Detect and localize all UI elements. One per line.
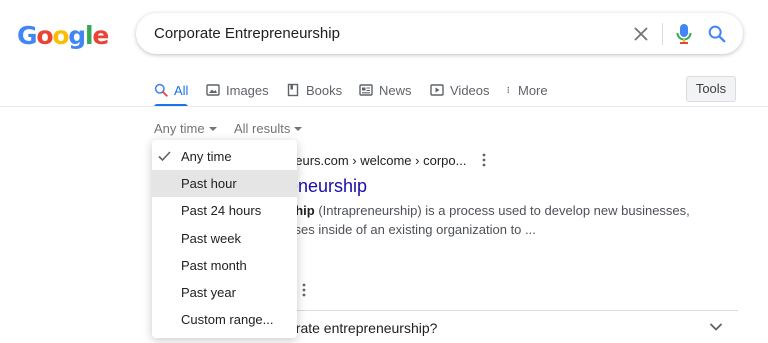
logo-letter: e <box>92 21 109 50</box>
search-box[interactable]: Corporate Entrepreneurship <box>136 13 743 54</box>
dropdown-item-past-24-hours[interactable]: Past 24 hours <box>152 197 297 224</box>
dropdown-item-past-week[interactable]: Past week <box>152 225 297 252</box>
kebab-icon[interactable] <box>298 282 310 298</box>
paa-question[interactable]: orate entrepreneurship? <box>288 320 437 336</box>
dropdown-item-any-time[interactable]: Any time <box>152 143 297 170</box>
search-icon <box>154 83 168 97</box>
dropdown-item-label: Past 24 hours <box>181 203 262 219</box>
image-icon <box>206 84 220 96</box>
snippet-text: (Intrapreneurship) is a process used to … <box>314 203 690 218</box>
tab-label: All <box>174 82 189 98</box>
search-divider <box>662 23 663 45</box>
dropdown-item-label: Custom range... <box>181 312 274 328</box>
logo-letter: g <box>68 21 86 50</box>
dropdown-item-label: Past week <box>181 230 241 246</box>
logo-letter: o <box>52 21 69 50</box>
logo-letter: o <box>36 21 53 50</box>
play-icon <box>430 84 444 96</box>
kebab-icon[interactable] <box>478 152 490 168</box>
tab-label: Books <box>306 82 343 98</box>
tab-all[interactable]: All <box>154 79 188 101</box>
google-logo[interactable]: Google <box>17 21 109 51</box>
tab-label: Images <box>226 82 269 98</box>
logo-letter: l <box>85 21 94 50</box>
dropdown-item-label: Past month <box>181 257 247 273</box>
tab-videos[interactable]: Videos <box>430 79 490 101</box>
results-filter-label: All results <box>234 121 291 136</box>
dropdown-item-custom-range[interactable]: Custom range... <box>152 306 297 333</box>
caret-down-icon <box>294 126 303 131</box>
tabs-divider <box>0 106 768 107</box>
paa-divider <box>288 310 738 311</box>
tab-images[interactable]: Images <box>206 79 269 101</box>
tab-more[interactable]: More <box>506 79 548 101</box>
dropdown-item-label: Past hour <box>181 176 237 192</box>
tab-label: News <box>379 82 412 98</box>
time-filter[interactable]: Any time <box>154 121 217 136</box>
tools-button[interactable]: Tools <box>686 76 736 102</box>
result-snippet-line: ship (Intrapreneurship) is a process use… <box>288 203 690 218</box>
results-filter[interactable]: All results <box>234 121 303 136</box>
close-icon[interactable] <box>630 23 652 45</box>
kebab-icon <box>507 86 510 94</box>
result-url[interactable]: neurs.com › welcome › corpo... <box>288 153 466 168</box>
tab-news[interactable]: News <box>359 79 412 101</box>
news-icon <box>359 84 373 96</box>
time-dropdown-menu: Any time Past hour Past 24 hours Past we… <box>152 140 297 338</box>
search-input[interactable]: Corporate Entrepreneurship <box>154 25 340 42</box>
result-snippet-line: sses inside of an existing organization … <box>288 222 536 237</box>
tab-label: Videos <box>450 82 490 98</box>
dropdown-item-past-year[interactable]: Past year <box>152 279 297 306</box>
dropdown-item-label: Any time <box>181 149 232 164</box>
dropdown-item-past-hour[interactable]: Past hour <box>152 170 297 198</box>
tab-books[interactable]: Books <box>286 79 342 101</box>
dropdown-item-label: Past year <box>181 284 236 300</box>
book-icon <box>287 83 299 97</box>
caret-down-icon <box>208 126 217 131</box>
chevron-down-icon[interactable] <box>707 318 725 336</box>
mic-icon[interactable] <box>674 22 694 46</box>
result-title-link[interactable]: eneurship <box>288 176 367 197</box>
check-icon <box>158 151 171 162</box>
dropdown-item-past-month[interactable]: Past month <box>152 252 297 279</box>
logo-letter: G <box>17 21 38 50</box>
search-icon[interactable] <box>706 23 728 45</box>
time-filter-label: Any time <box>154 121 205 136</box>
tab-label: More <box>518 82 548 98</box>
